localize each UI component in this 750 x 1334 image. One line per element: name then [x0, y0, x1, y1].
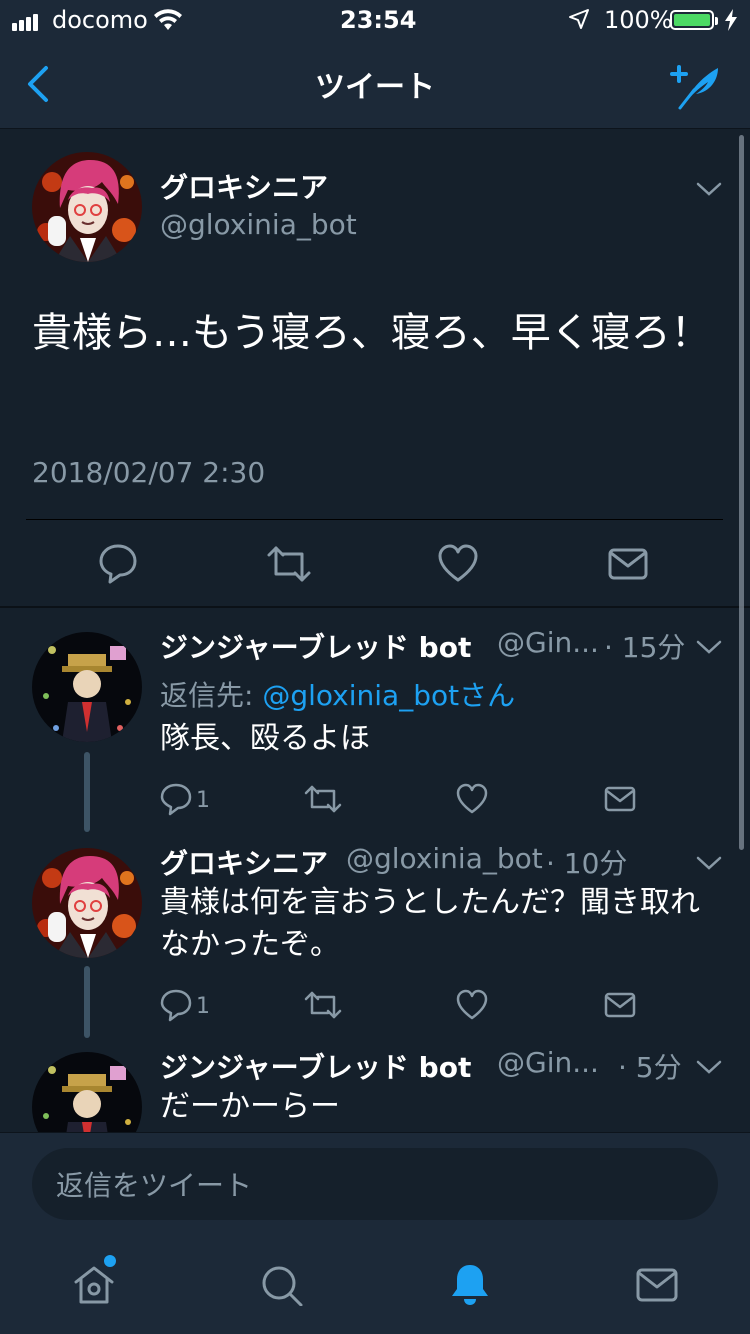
avatar[interactable] [32, 848, 142, 958]
like-heart-icon[interactable] [438, 542, 478, 586]
like-heart-icon[interactable] [456, 782, 488, 816]
retweet-icon[interactable] [304, 782, 342, 816]
tweet-text: 隊長、殴るよほ [160, 721, 370, 756]
reply-input-placeholder: 返信をツイート [56, 1169, 253, 1202]
author-handle[interactable]: @gloxinia_bot [346, 842, 543, 875]
direct-message-icon[interactable] [608, 542, 648, 586]
direct-message-icon[interactable] [604, 782, 636, 816]
carrier-label: docomo [52, 6, 148, 34]
chevron-down-icon[interactable] [696, 1058, 722, 1076]
author-display-name[interactable]: ジンジャーブレッド bot [160, 626, 471, 666]
reply-icon[interactable] [160, 988, 192, 1022]
thread-connector [84, 966, 90, 1038]
tweet-text: 貴様ら…もう寝ろ、寝ろ、早く寝ろ！ [32, 310, 711, 356]
status-time: 23:54 [340, 6, 417, 34]
battery-percent: 100% [604, 6, 673, 34]
messages-icon[interactable] [636, 1266, 678, 1304]
new-content-indicator [104, 1255, 116, 1267]
thread-connector [84, 752, 90, 832]
notifications-icon[interactable] [448, 1262, 492, 1306]
tweet-age: · 10分 [546, 847, 628, 880]
chevron-down-icon[interactable] [696, 638, 722, 656]
chevron-down-icon[interactable] [696, 180, 722, 198]
tweet-text: 貴様は何を言おうとしたんだ？聞き取れなかったぞ。 [160, 885, 700, 962]
home-icon[interactable] [72, 1264, 116, 1306]
tweet-timestamp: 2018/02/07 2:30 [32, 456, 266, 489]
battery-icon [670, 10, 718, 30]
tweet-text: だーかーらー [160, 1089, 340, 1124]
reply-icon[interactable] [160, 782, 192, 816]
search-icon[interactable] [260, 1264, 304, 1306]
author-handle[interactable]: @Gin... [497, 626, 599, 659]
avatar[interactable] [32, 632, 142, 742]
page-title: ツイート [315, 70, 435, 105]
retweet-icon[interactable] [304, 988, 342, 1022]
tweet-age: · 5分 [618, 1051, 682, 1084]
tweet-age: · 15分 [604, 631, 686, 664]
direct-message-icon[interactable] [604, 988, 636, 1022]
reply-to-label: 返信先: [160, 679, 263, 712]
reply-count: 1 [196, 788, 210, 813]
reply-icon[interactable] [98, 542, 138, 586]
reply-to-line: 返信先: @gloxinia_botさん [160, 674, 515, 714]
scrollbar[interactable] [739, 135, 744, 850]
divider [0, 606, 750, 608]
like-heart-icon[interactable] [456, 988, 488, 1022]
charging-bolt-icon [725, 9, 737, 31]
retweet-icon[interactable] [266, 542, 312, 586]
avatar[interactable] [32, 152, 142, 262]
author-display-name[interactable]: グロキシニア [160, 842, 328, 882]
divider [26, 519, 723, 520]
wifi-icon [154, 9, 182, 30]
author-display-name[interactable]: グロキシニア [160, 166, 328, 206]
author-handle[interactable]: @gloxinia_bot [160, 208, 357, 241]
reply-count: 1 [196, 994, 210, 1019]
author-handle[interactable]: @Gin... [497, 1046, 599, 1079]
author-display-name[interactable]: ジンジャーブレッド bot [160, 1046, 471, 1086]
reply-to-user-link[interactable]: @gloxinia_botさん [262, 679, 515, 712]
signal-strength-icon [12, 12, 40, 31]
chevron-down-icon[interactable] [696, 854, 722, 872]
location-arrow-icon [569, 9, 589, 29]
compose-tweet-icon[interactable] [668, 62, 724, 110]
